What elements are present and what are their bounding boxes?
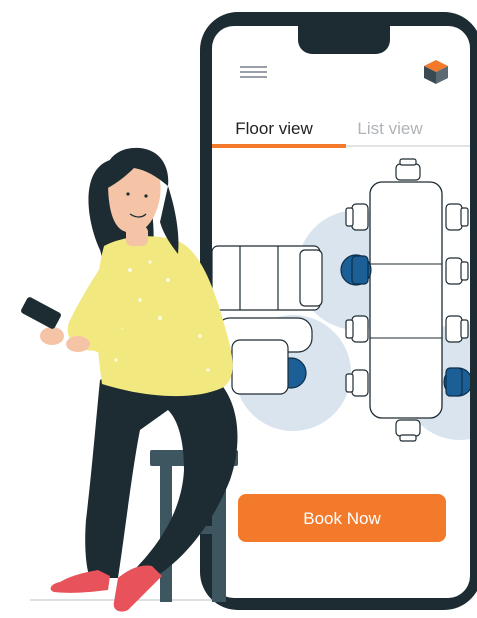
chair[interactable] (445, 257, 469, 285)
chair[interactable] (395, 158, 421, 181)
chair[interactable] (345, 369, 369, 397)
sofa[interactable] (212, 245, 323, 311)
conference-table (369, 181, 443, 419)
tab-floor-view[interactable]: Floor view (235, 119, 313, 138)
book-now-label: Book Now (303, 509, 381, 528)
chair[interactable] (345, 315, 369, 343)
tab-list-view-label: List view (357, 119, 423, 138)
illustration-scene: Floor view List view Book Now (21, 12, 477, 612)
eye (126, 192, 130, 196)
shoe (113, 565, 162, 612)
shoe (50, 570, 110, 593)
chair[interactable] (395, 419, 421, 442)
phone-notch (298, 26, 390, 54)
selected-seat[interactable] (443, 367, 472, 397)
selected-seat[interactable] (340, 254, 372, 286)
handheld-phone (21, 297, 61, 329)
hand (66, 336, 90, 352)
chair[interactable] (345, 203, 369, 231)
tab-floor-view-label: Floor view (235, 119, 313, 138)
hand (40, 327, 64, 345)
book-now-button[interactable]: Book Now (238, 494, 446, 542)
eye (144, 194, 148, 198)
chair[interactable] (445, 203, 469, 231)
tab-list-view[interactable]: List view (357, 119, 423, 138)
chair[interactable] (445, 315, 469, 343)
hamburger-menu-icon[interactable] (236, 62, 270, 82)
